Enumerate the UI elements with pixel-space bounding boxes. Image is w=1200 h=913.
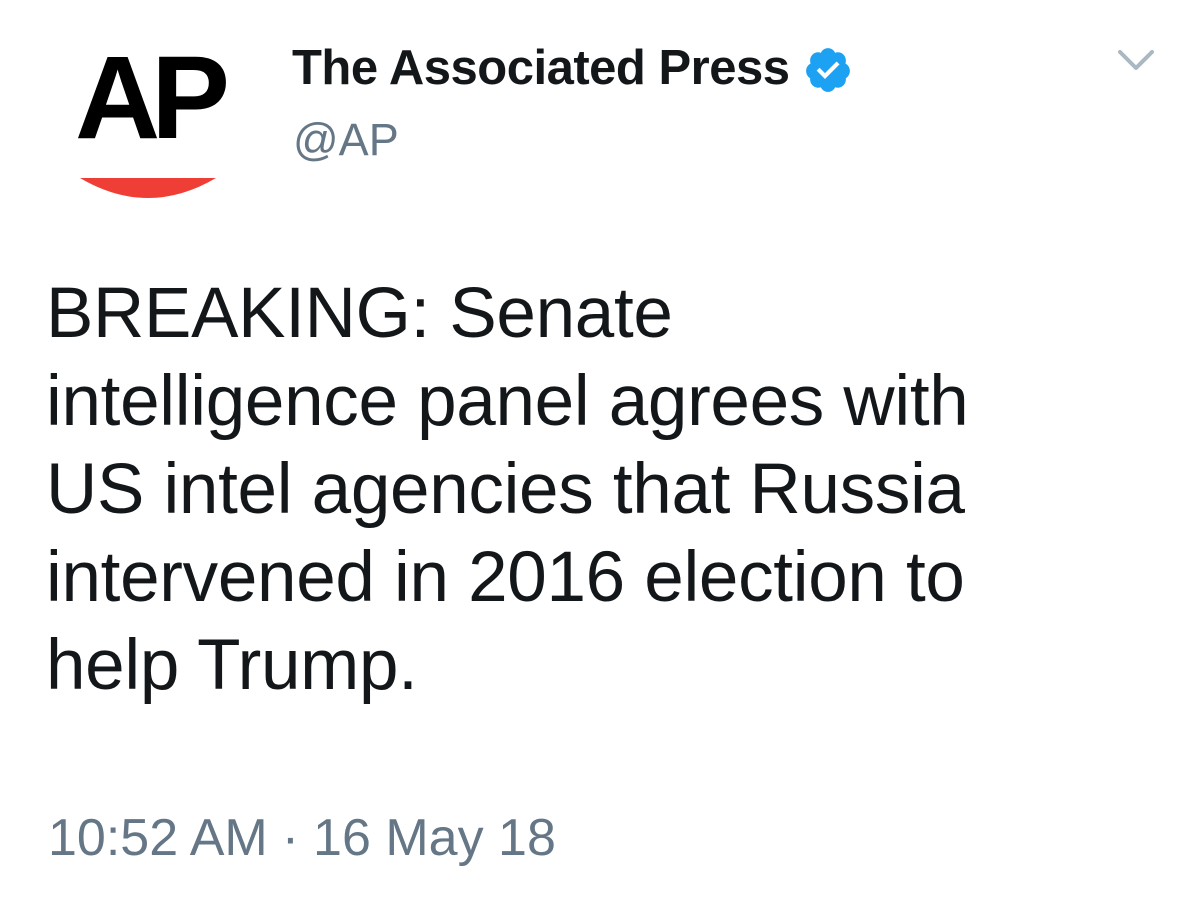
tweet-timestamp[interactable]: 10:52 AM · 16 May 18: [48, 808, 556, 868]
display-name[interactable]: The Associated Press: [292, 40, 790, 96]
timestamp-separator: ·: [281, 809, 300, 867]
verified-badge-icon: [806, 48, 851, 92]
tweet-time: 10:52 AM: [48, 809, 268, 867]
tweet-text-line: intervened in 2016 election to: [46, 538, 965, 617]
tweet-date: 16 May 18: [313, 809, 556, 867]
ap-logo: AP: [75, 36, 235, 198]
tweet-text-line: help Trump.: [46, 626, 418, 705]
chevron-down-icon[interactable]: [1114, 40, 1158, 80]
avatar[interactable]: AP: [58, 36, 238, 206]
author-name-row[interactable]: The Associated Press: [292, 38, 853, 98]
tweet-text-line: intelligence panel agrees with: [46, 362, 969, 441]
author-handle[interactable]: @AP: [293, 114, 399, 166]
tweet-card: AP The Associated Press @AP BREAKING: Se…: [0, 0, 1200, 913]
tweet-text: BREAKING: Senate intelligence panel agre…: [46, 270, 1166, 710]
svg-text:AP: AP: [75, 36, 226, 164]
tweet-text-line: US intel agencies that Russia: [46, 450, 965, 529]
tweet-text-line: BREAKING: Senate: [46, 274, 673, 353]
